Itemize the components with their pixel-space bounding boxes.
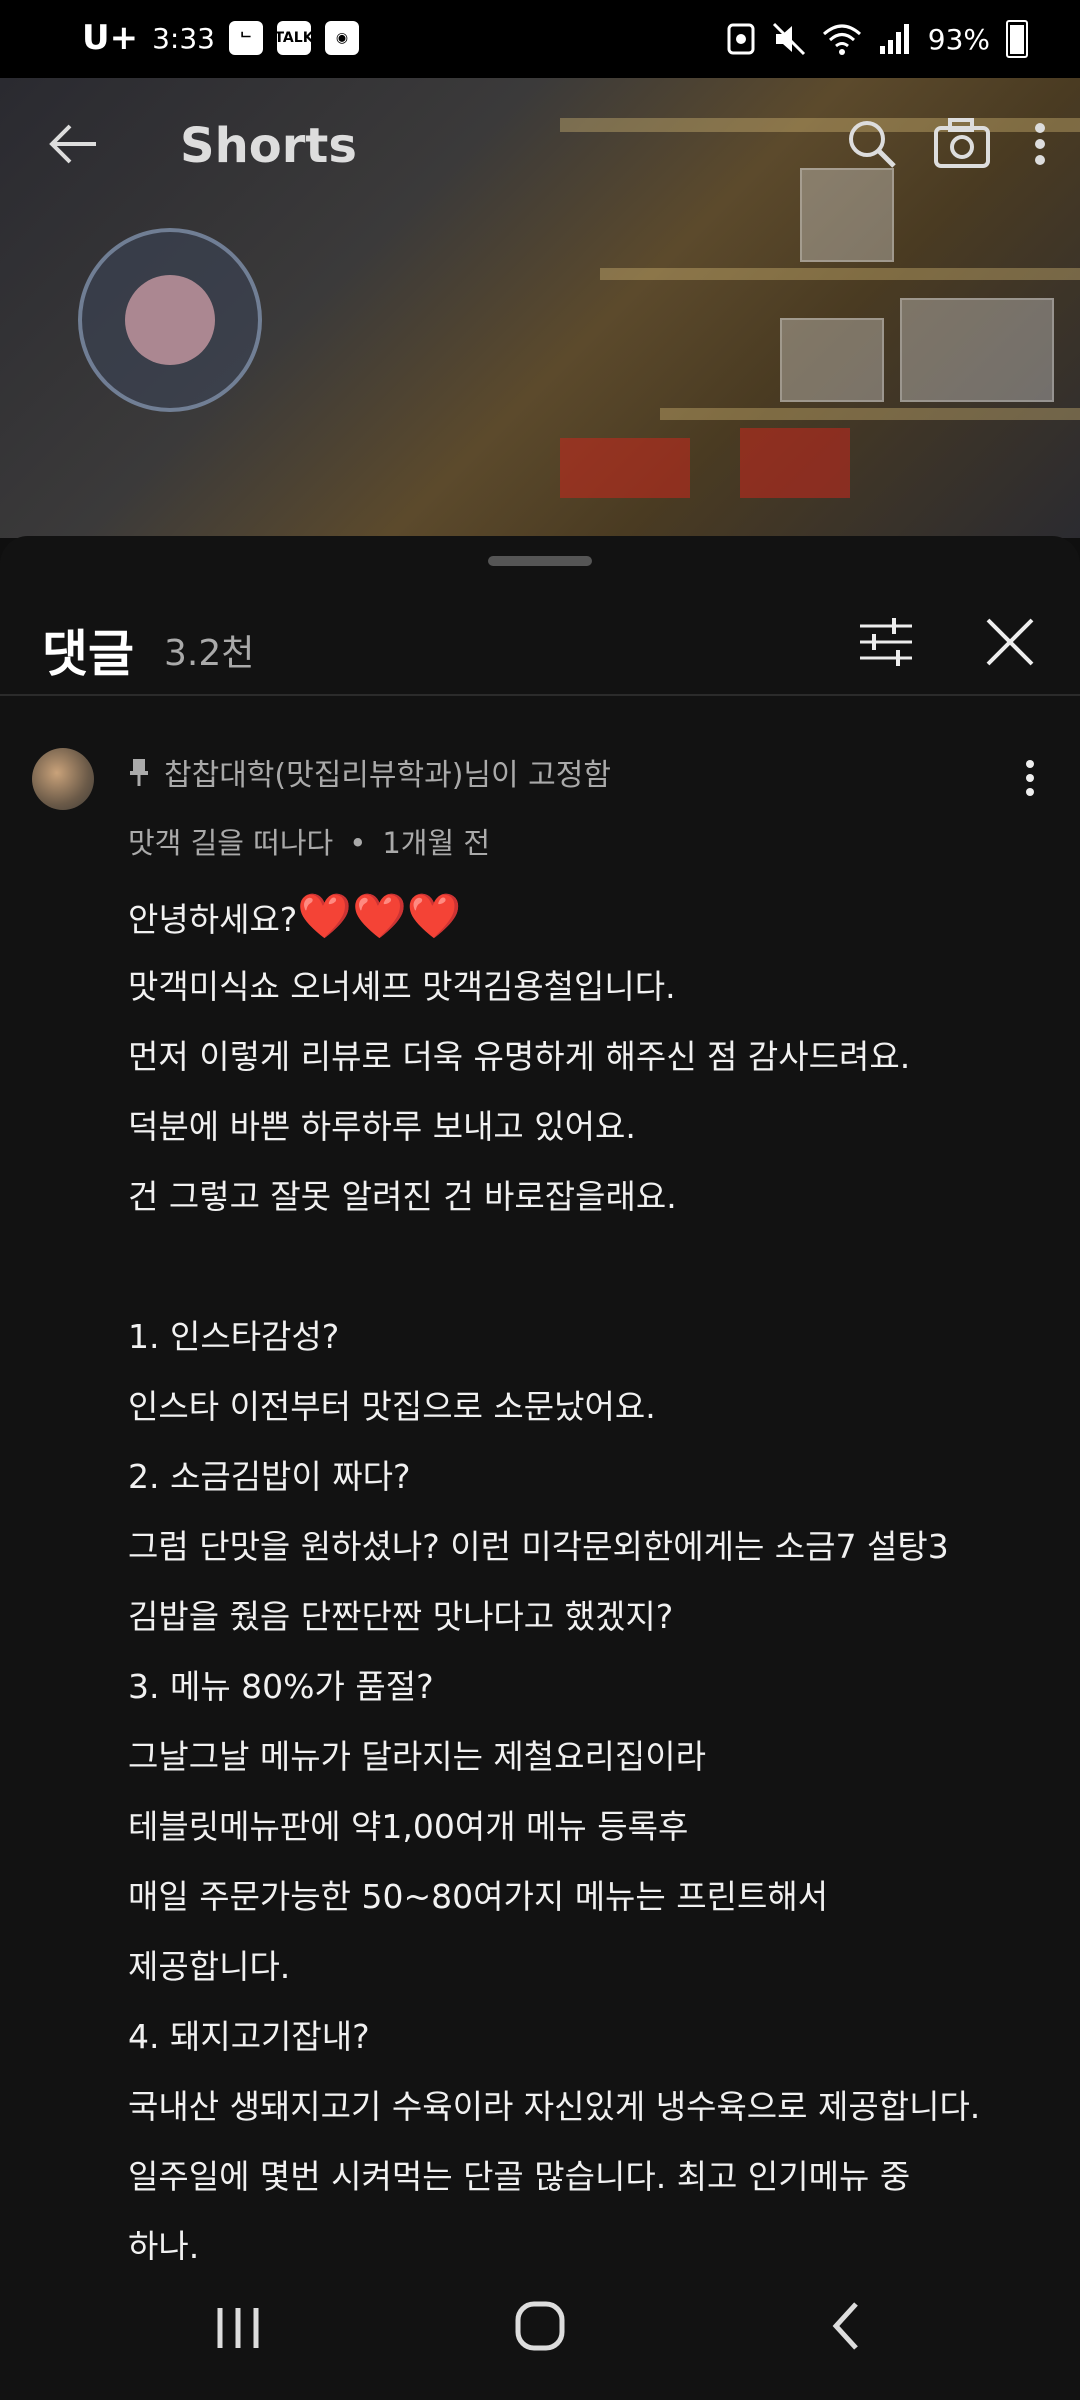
comment-line: 덕분에 바쁜 하루하루 보내고 있어요. [128, 1107, 636, 1146]
more-vertical-icon [1026, 760, 1034, 796]
comment-line: 안녕하세요?❤️❤️❤️ [128, 882, 1028, 952]
recents-icon [217, 2308, 259, 2348]
close-button[interactable] [978, 610, 1042, 674]
comment-line: 인스타 이전부터 맛집으로 소문났어요. [128, 1387, 656, 1426]
comment-line: 그날그날 메뉴가 달라지는 제철요리집이라 [128, 1737, 706, 1776]
comment-line: 건 그렇고 잘못 알려진 건 바로잡을래요. [128, 1177, 677, 1216]
drag-handle[interactable] [488, 556, 592, 566]
comment-meta: 맛객 길을 떠나다 • 1개월 전 [128, 826, 491, 860]
battery-icon [1006, 20, 1028, 58]
comments-header: 댓글 3.2천 [0, 584, 1080, 694]
camera-button[interactable] [932, 114, 992, 174]
channel-logo [78, 228, 262, 412]
red-box [560, 438, 690, 498]
crate [900, 298, 1054, 402]
comment-time: 1개월 전 [382, 826, 491, 860]
more-vertical-icon [1035, 123, 1045, 165]
sliders-icon [860, 618, 912, 666]
shelf [560, 118, 1080, 132]
avatar[interactable] [32, 748, 94, 810]
shelf [600, 268, 1080, 280]
battery-percent: 93% [927, 22, 990, 56]
comment-author[interactable]: 맛객 길을 떠나다 [128, 826, 333, 860]
chevron-left-icon [832, 2302, 858, 2350]
comment-line: 먼저 이렇게 리뷰로 더욱 유명하게 해주신 점 감사드려요. [128, 1037, 911, 1076]
shelf [660, 408, 1080, 420]
back-button[interactable] [44, 114, 104, 174]
recycle-icon [727, 23, 755, 55]
comment-line: 김밥을 줬음 단짠단짠 맛나다고 했겠지? [128, 1597, 674, 1636]
comment-more-button[interactable] [1022, 758, 1038, 798]
pig-mascot-icon [125, 275, 215, 365]
sort-filter-button[interactable] [854, 610, 918, 674]
crate [780, 318, 884, 402]
comment-line: 국내산 생돼지고기 수육이라 자신있게 냉수육으로 제공합니다. [128, 2087, 981, 2126]
status-bar: U+ 3:33 ᄂ TALK ◉ 93% [0, 0, 1080, 78]
notification-app-icon: ᄂ [229, 21, 263, 55]
clock: 3:33 [152, 21, 215, 55]
close-icon [986, 618, 1034, 666]
comment-line: 4. 돼지고기잡내? [128, 2017, 370, 2056]
video-preview[interactable]: Shorts [0, 78, 1080, 538]
divider [0, 694, 1080, 696]
page-title: Shorts [180, 118, 357, 174]
comments-panel: 댓글 3.2천 찹찹대학(맛집리뷰학과)님이 고정함 맛객 길을 떠나다 • 1… [0, 536, 1080, 2400]
carrier-label: U+ [82, 18, 139, 58]
red-box [740, 428, 850, 498]
comment-line-text: 안녕하세요? [128, 900, 298, 939]
comment-line: 맛객미식쇼 오너셰프 맛객김용철입니다. [128, 967, 676, 1006]
pinned-by-text: 찹찹대학(맛집리뷰학과)님이 고정함 [164, 758, 611, 793]
comment-line: 1. 인스타감성? [128, 1317, 340, 1356]
mute-icon [772, 22, 805, 56]
heart-emoji: ❤️❤️❤️ [297, 891, 462, 942]
home-button[interactable] [512, 2298, 568, 2354]
clock-app-icon: ◉ [325, 21, 359, 55]
system-navigation-bar [0, 2260, 1080, 2400]
comment-line: 매일 주문가능한 50~80여가지 메뉴는 프린트해서 [128, 1877, 829, 1916]
system-back-button[interactable] [820, 2298, 876, 2354]
search-icon [849, 121, 896, 168]
comment-line: 테블릿메뉴판에 약1,00여개 메뉴 등록후 [128, 1807, 689, 1846]
comment-line: 3. 메뉴 80%가 품절? [128, 1667, 434, 1706]
comment-line: 일주일에 몇번 시켜먹는 단골 많습니다. 최고 인기메뉴 중 [128, 2157, 911, 2196]
more-options-button[interactable] [1020, 114, 1060, 174]
comments-count: 3.2천 [164, 633, 255, 674]
kakaotalk-icon: TALK [274, 21, 314, 55]
camera-icon [934, 118, 990, 168]
crate [800, 168, 894, 262]
pinned-label: 찹찹대학(맛집리뷰학과)님이 고정함 [128, 750, 611, 794]
recents-button[interactable] [210, 2300, 266, 2356]
comment-line: 제공합니다. [128, 1947, 291, 1986]
comment-text: 안녕하세요?❤️❤️❤️ 맛객미식쇼 오너셰프 맛객김용철입니다. 먼저 이렇게… [128, 882, 1028, 2282]
signal-icon [879, 24, 909, 54]
wifi-icon [822, 24, 861, 55]
arrow-left-icon [49, 124, 96, 164]
home-icon [515, 2301, 565, 2351]
comment-line: 2. 소금김밥이 짜다? [128, 1457, 411, 1496]
comment-line: 그럼 단맛을 원하셨나? 이런 미각문외한에게는 소금7 설탕3 [128, 1527, 949, 1566]
comments-title: 댓글 [42, 625, 134, 683]
pin-icon [130, 759, 148, 786]
search-button[interactable] [842, 114, 902, 174]
